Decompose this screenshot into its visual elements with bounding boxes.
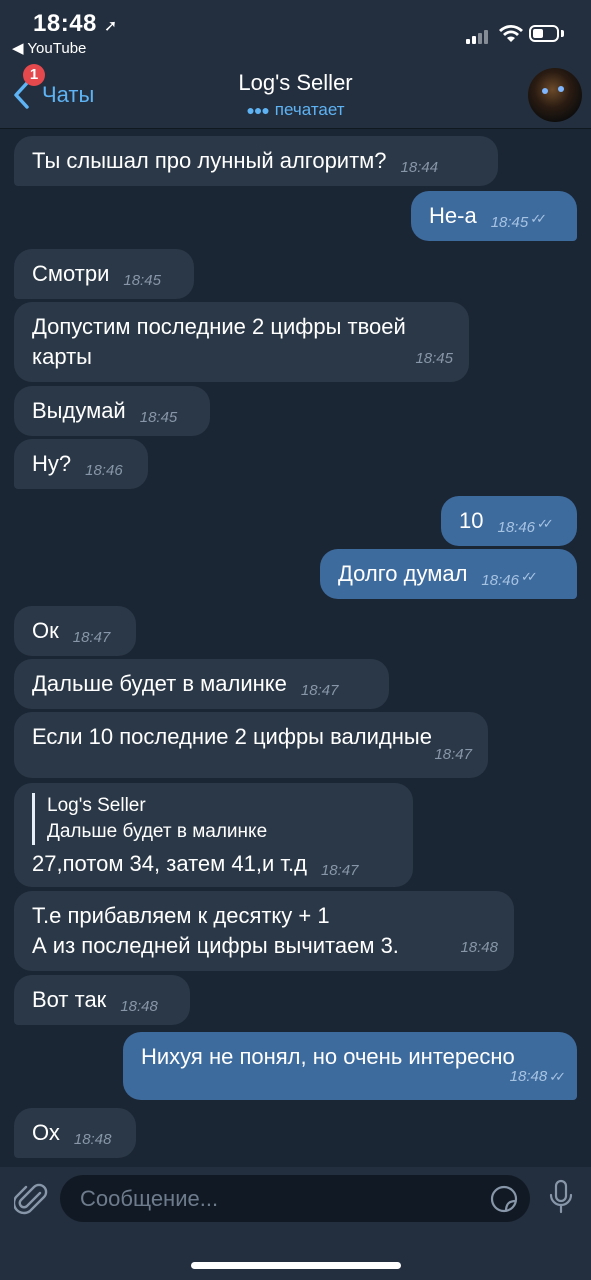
message-text-line: Допустим последние 2 цифры твоей xyxy=(32,314,406,339)
chat-header: Чаты 1 Log's Seller ●●● печатает xyxy=(0,60,591,129)
message-time: 18:45 xyxy=(415,350,453,367)
message-bubble[interactable]: Если 10 последние 2 цифры валидные 18:47 xyxy=(14,712,488,778)
message-text: 27,потом 34, затем 41,и т.д xyxy=(32,851,307,876)
message-composer: Сообщение... xyxy=(0,1167,591,1280)
message-bubble[interactable]: 10 18:46 ✓✓ xyxy=(441,496,577,546)
message-bubble[interactable]: Дальше будет в малинке 18:47 xyxy=(14,659,389,709)
microphone-icon[interactable] xyxy=(548,1179,574,1215)
message-text-line: Т.е прибавляем к десятку + 1 xyxy=(32,903,330,928)
message-time: 18:47 xyxy=(434,746,472,763)
message-text-line: А из последней цифры вычитаем 3. xyxy=(32,933,399,958)
avatar-eye xyxy=(558,86,564,92)
message-bubble[interactable]: Не-а 18:45 ✓✓ xyxy=(411,191,577,241)
message-text: Не-а xyxy=(429,203,477,228)
message-bubble[interactable]: Ок 18:47 xyxy=(14,606,136,656)
message-bubble[interactable]: Выдумай 18:45 xyxy=(14,386,210,436)
message-text-line: карты xyxy=(32,344,92,369)
battery-cap xyxy=(561,30,564,37)
message-text: Долго думал xyxy=(338,561,468,586)
message-text: Дальше будет в малинке xyxy=(32,671,287,696)
typing-status: ●●● печатает xyxy=(246,100,345,119)
message-time: 18:46 xyxy=(497,519,536,536)
message-time: 18:47 xyxy=(320,862,359,879)
read-checkmarks-icon: ✓✓ xyxy=(549,1069,566,1084)
avatar[interactable] xyxy=(528,68,582,122)
message-text: Нихуя не понял, но очень интересно xyxy=(141,1044,515,1069)
message-bubble[interactable]: Нихуя не понял, но очень интересно 18:48… xyxy=(123,1032,577,1100)
message-time: 18:47 xyxy=(72,629,111,646)
message-text: Выдумай xyxy=(32,398,126,423)
back-to-app-link[interactable]: ◀ YouTube xyxy=(12,39,86,57)
reply-text: Дальше будет в малинке xyxy=(47,821,268,842)
message-text: Ок xyxy=(32,618,59,643)
message-time: 18:46 xyxy=(481,572,519,589)
message-time: 18:48 xyxy=(509,1068,548,1085)
message-time: 18:48 xyxy=(460,939,498,956)
read-checkmarks-icon: ✓✓ xyxy=(520,569,538,584)
signal-icon xyxy=(466,30,492,44)
message-bubble[interactable]: Допустим последние 2 цифры твоей карты 1… xyxy=(14,302,469,382)
message-bubble[interactable]: Ну? 18:46 xyxy=(14,439,148,489)
message-list[interactable]: Ты слышал про лунный алгоритм? 18:44 Не-а… xyxy=(0,129,591,1167)
message-bubble[interactable]: Смотри 18:45 xyxy=(14,249,194,299)
message-time: 18:45 xyxy=(490,214,529,231)
message-text: Если 10 последние 2 цифры валидные xyxy=(32,724,432,749)
message-time: 18:44 xyxy=(400,159,439,176)
message-bubble[interactable]: Т.е прибавляем к десятку + 1 А из послед… xyxy=(14,891,514,971)
message-time: 18:45 xyxy=(139,409,178,426)
message-text: Ох xyxy=(32,1120,60,1145)
location-icon: ➚ xyxy=(98,18,118,35)
message-time: 18:47 xyxy=(300,682,339,699)
message-input[interactable]: Сообщение... xyxy=(60,1175,530,1222)
status-bar: 18:48 ➚ ◀ YouTube xyxy=(0,0,591,60)
message-text: Смотри xyxy=(32,261,110,286)
read-checkmarks-icon: ✓✓ xyxy=(537,516,554,531)
message-bubble[interactable]: Долго думал 18:46 ✓✓ xyxy=(320,549,577,599)
message-text: Ну? xyxy=(32,451,72,476)
message-bubble[interactable]: Ох 18:48 xyxy=(14,1108,136,1158)
message-placeholder: Сообщение... xyxy=(80,1186,219,1211)
message-time: 18:48 xyxy=(73,1131,112,1148)
message-text: Ты слышал про лунный алгоритм? xyxy=(32,148,387,173)
paperclip-icon[interactable] xyxy=(14,1181,48,1217)
message-text: 10 xyxy=(459,508,484,533)
avatar-eye xyxy=(542,88,548,94)
status-time: 18:48 ➚ xyxy=(33,10,118,37)
typing-dots-icon: ●●● xyxy=(246,102,269,118)
message-text: Вот так xyxy=(32,987,107,1012)
message-time: 18:48 xyxy=(120,998,158,1015)
wifi-icon xyxy=(499,25,523,42)
read-checkmarks-icon: ✓✓ xyxy=(530,211,547,226)
message-time: 18:45 xyxy=(123,272,161,289)
message-bubble[interactable]: Log's Seller Дальше будет в малинке 27,п… xyxy=(14,783,413,887)
home-indicator[interactable] xyxy=(191,1262,401,1269)
message-time: 18:46 xyxy=(85,462,123,479)
chat-title[interactable]: Log's Seller xyxy=(0,70,591,96)
battery-icon xyxy=(529,25,559,42)
sticker-icon[interactable] xyxy=(490,1185,518,1213)
message-bubble[interactable]: Ты слышал про лунный алгоритм? 18:44 xyxy=(14,136,498,186)
message-time-group: 18:48 ✓✓ xyxy=(509,1062,566,1092)
reply-quote[interactable]: Log's Seller Дальше будет в малинке xyxy=(32,793,395,845)
reply-author: Log's Seller xyxy=(47,795,146,816)
message-bubble[interactable]: Вот так 18:48 xyxy=(14,975,190,1025)
